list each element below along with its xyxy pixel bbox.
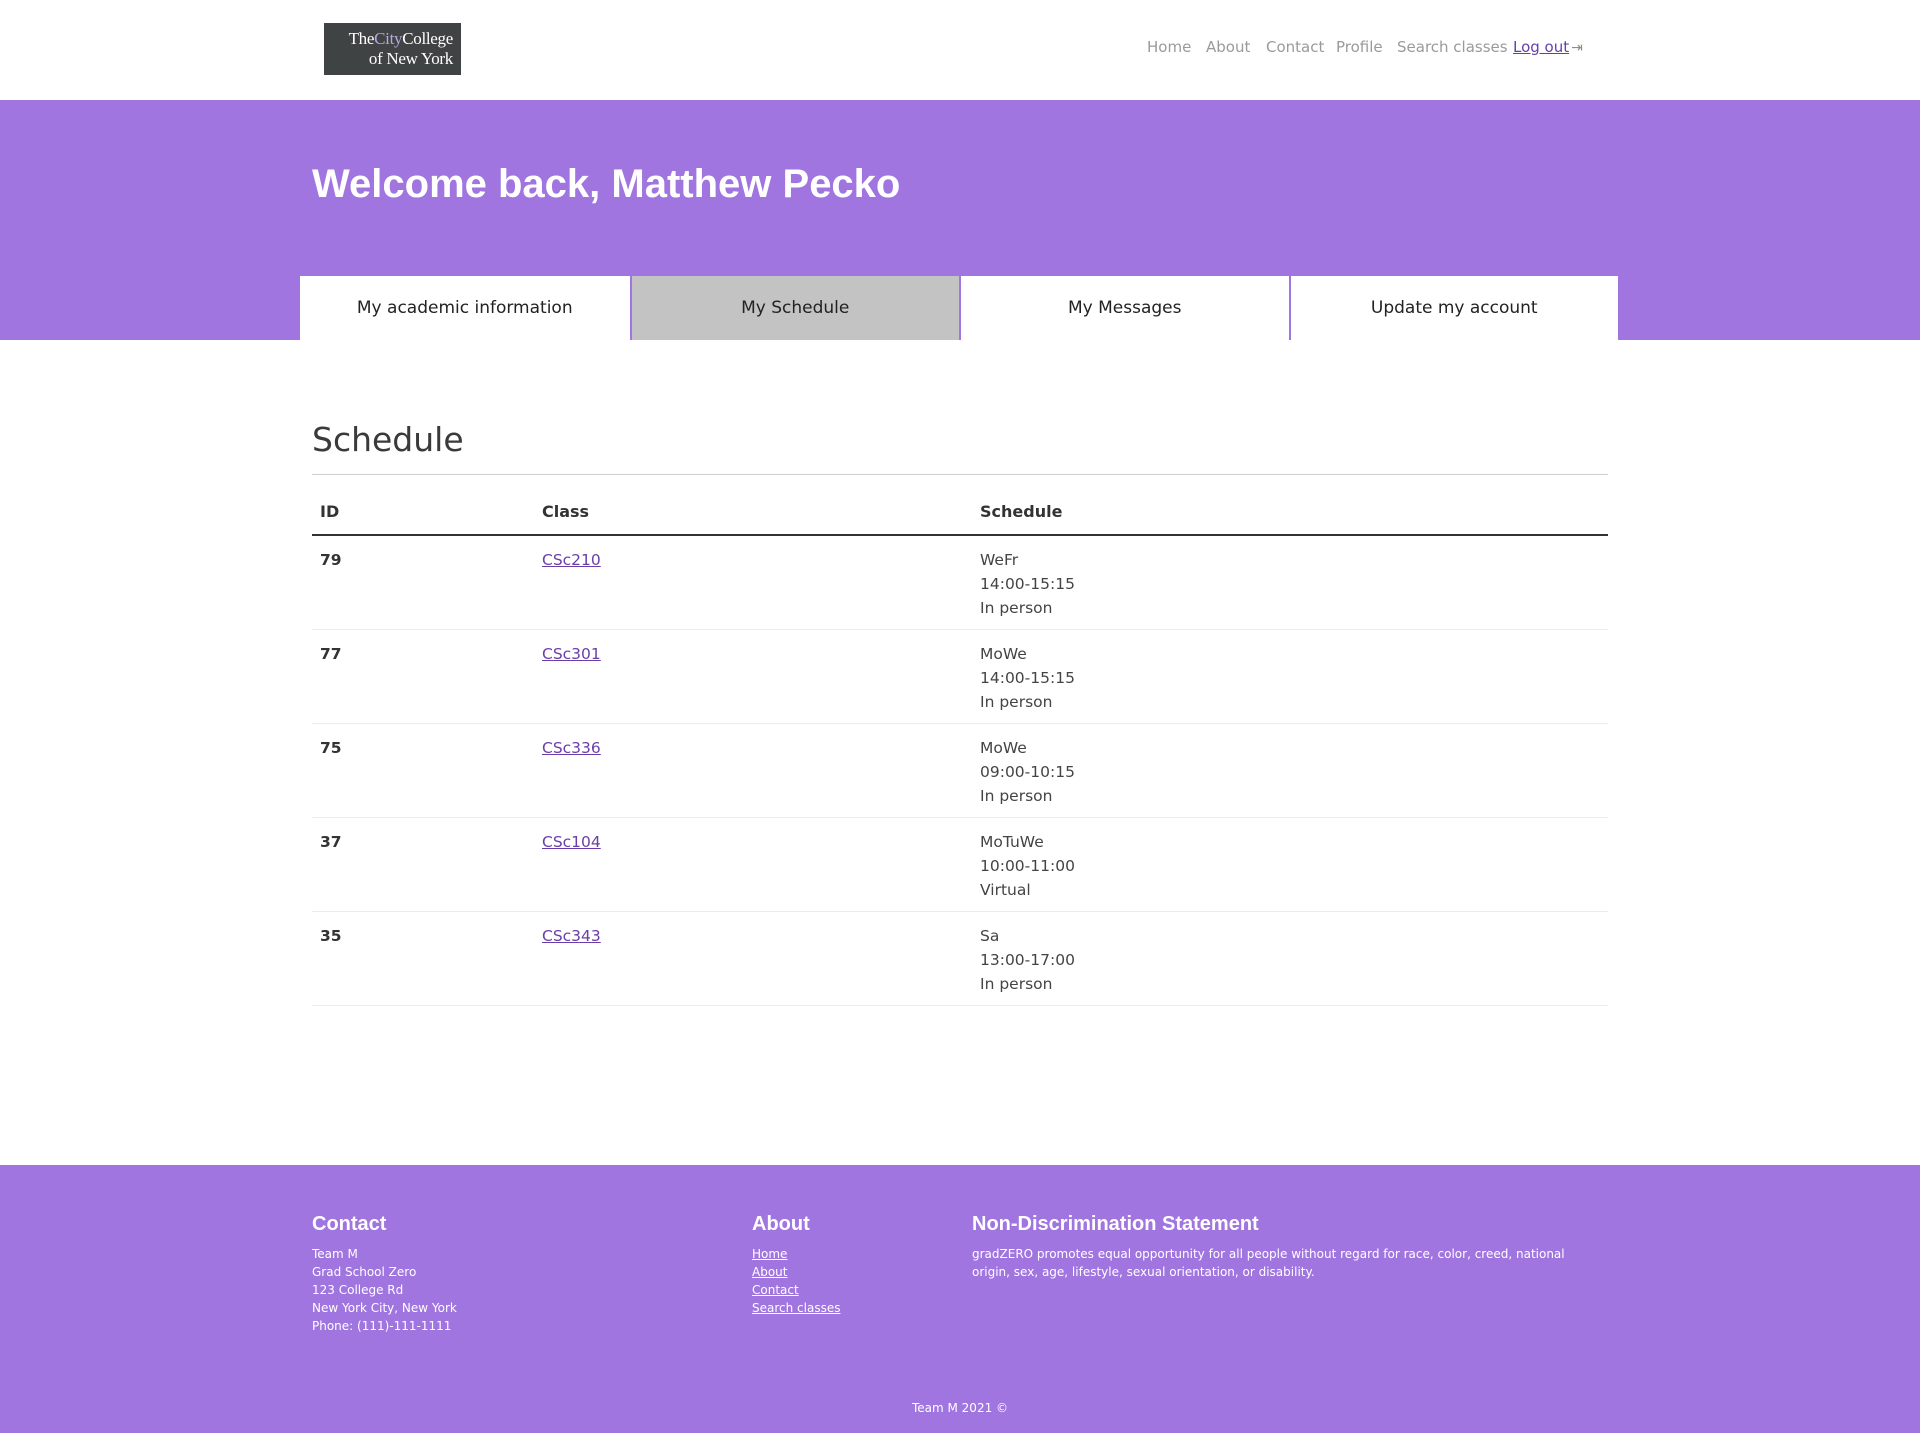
class-link[interactable]: CSc336 — [542, 739, 601, 757]
schedule-section: Schedule ID Class Schedule 79 CSc210 WeF… — [312, 420, 1608, 1006]
footer-statement-title: Non-Discrimination Statement — [972, 1213, 1259, 1235]
footer-about-title: About — [752, 1213, 810, 1235]
footer-statement: Non-Discrimination Statement gradZERO pr… — [972, 1213, 1592, 1281]
schedule-time: 13:00-17:00 — [980, 951, 1075, 969]
footer-link-home[interactable]: Home — [752, 1245, 952, 1263]
row-id: 79 — [312, 535, 534, 630]
row-id: 35 — [312, 911, 534, 1006]
class-link[interactable]: CSc104 — [542, 833, 601, 851]
footer-link-about[interactable]: About — [752, 1263, 952, 1281]
schedule-mode: In person — [980, 975, 1053, 993]
row-id: 37 — [312, 817, 534, 912]
header-schedule: Schedule — [972, 489, 1608, 536]
footer-about: About Home About Contact Search classes — [752, 1213, 952, 1317]
row-id: 75 — [312, 723, 534, 818]
tab-my-messages[interactable]: My Messages — [959, 276, 1289, 340]
tab-update-account[interactable]: Update my account — [1288, 276, 1618, 340]
footer-contact: Contact Team M Grad School Zero 123 Coll… — [312, 1213, 692, 1335]
schedule-days: MoWe — [980, 645, 1027, 663]
tab-my-schedule[interactable]: My Schedule — [629, 276, 959, 340]
schedule-time: 10:00-11:00 — [980, 857, 1075, 875]
page-footer: Contact Team M Grad School Zero 123 Coll… — [0, 1165, 1920, 1433]
contact-line: Phone: (111)-111-1111 — [312, 1319, 452, 1333]
footer-link-contact[interactable]: Contact — [752, 1281, 952, 1299]
class-link[interactable]: CSc301 — [542, 645, 601, 663]
table-header-row: ID Class Schedule — [312, 489, 1608, 536]
schedule-cell: WeFr 14:00-15:15 In person — [972, 535, 1608, 630]
contact-line: Team M — [312, 1247, 358, 1261]
footer-contact-title: Contact — [312, 1213, 387, 1235]
contact-line: Grad School Zero — [312, 1265, 417, 1279]
class-link[interactable]: CSc343 — [542, 927, 601, 945]
schedule-mode: In person — [980, 787, 1053, 805]
schedule-time: 14:00-15:15 — [980, 669, 1075, 687]
schedule-time: 09:00-10:15 — [980, 763, 1075, 781]
table-row: 79 CSc210 WeFr 14:00-15:15 In person — [312, 535, 1608, 630]
schedule-cell: MoWe 09:00-10:15 In person — [972, 723, 1608, 818]
schedule-mode: In person — [980, 599, 1053, 617]
logout-link[interactable]: Log out ⇥ — [1513, 38, 1583, 56]
schedule-mode: Virtual — [980, 881, 1031, 899]
logout-icon: ⇥ — [1571, 40, 1583, 56]
dashboard-tabs: My academic information My Schedule My M… — [300, 276, 1618, 340]
contact-line: New York City, New York — [312, 1301, 457, 1315]
schedule-cell: MoTuWe 10:00-11:00 Virtual — [972, 817, 1608, 912]
logout-label: Log out — [1513, 38, 1570, 56]
footer-copyright: Team M 2021 © — [911, 1401, 1009, 1415]
nav-about[interactable]: About — [1206, 38, 1250, 56]
schedule-days: Sa — [980, 927, 1000, 945]
contact-line: 123 College Rd — [312, 1283, 404, 1297]
row-id: 77 — [312, 629, 534, 724]
nav-search-classes[interactable]: Search classes — [1397, 38, 1508, 56]
schedule-cell: Sa 13:00-17:00 In person — [972, 911, 1608, 1006]
welcome-banner: Welcome back, Matthew Pecko My academic … — [0, 100, 1920, 340]
nav-contact[interactable]: Contact — [1266, 38, 1324, 56]
schedule-mode: In person — [980, 693, 1053, 711]
schedule-table: ID Class Schedule 79 CSc210 WeFr 14:00-15… — [312, 489, 1608, 1006]
nav-profile[interactable]: Profile — [1336, 38, 1383, 56]
footer-link-search-classes[interactable]: Search classes — [752, 1299, 952, 1317]
schedule-days: MoWe — [980, 739, 1027, 757]
nav-home[interactable]: Home — [1147, 38, 1191, 56]
table-row: 35 CSc343 Sa 13:00-17:00 In person — [312, 911, 1608, 1006]
schedule-time: 14:00-15:15 — [980, 575, 1075, 593]
header-class: Class — [534, 489, 972, 536]
statement-text: gradZERO promotes equal opportunity for … — [972, 1247, 1565, 1279]
welcome-heading: Welcome back, Matthew Pecko — [312, 162, 901, 206]
table-row: 75 CSc336 MoWe 09:00-10:15 In person — [312, 723, 1608, 818]
table-row: 37 CSc104 MoTuWe 10:00-11:00 Virtual — [312, 817, 1608, 912]
class-link[interactable]: CSc210 — [542, 551, 601, 569]
schedule-cell: MoWe 14:00-15:15 In person — [972, 629, 1608, 724]
schedule-days: WeFr — [980, 551, 1019, 569]
schedule-days: MoTuWe — [980, 833, 1044, 851]
top-navbar: TheCityCollege of New York Home About Co… — [0, 0, 1920, 100]
header-id: ID — [312, 489, 534, 536]
tab-academic-information[interactable]: My academic information — [300, 276, 630, 340]
section-title: Schedule — [312, 420, 1608, 475]
table-row: 77 CSc301 MoWe 14:00-15:15 In person — [312, 629, 1608, 724]
main-nav: Home About Contact Profile Search classe… — [0, 38, 1920, 62]
